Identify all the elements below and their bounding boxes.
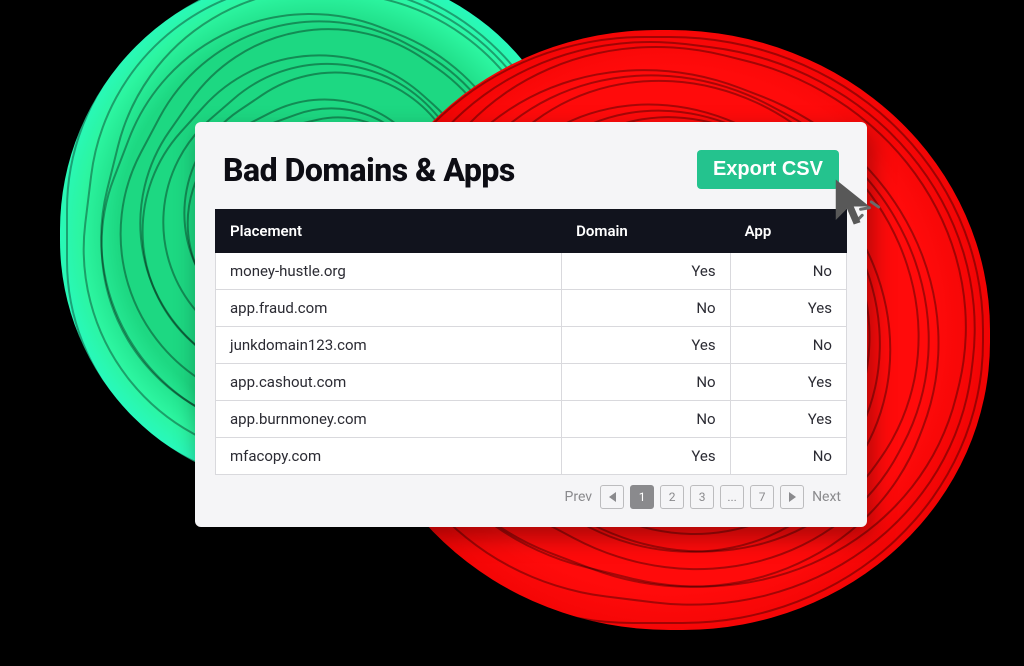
pager-page-7[interactable]: 7 xyxy=(750,485,774,509)
cell-domain: Yes xyxy=(562,253,730,290)
cell-placement: app.burnmoney.com xyxy=(216,401,562,438)
table-row: app.cashout.comNoYes xyxy=(216,364,847,401)
bad-domains-card: Bad Domains & Apps Export CSV Placement … xyxy=(195,122,867,527)
cell-app: Yes xyxy=(730,364,846,401)
cell-app: Yes xyxy=(730,290,846,327)
pager-page-2[interactable]: 2 xyxy=(660,485,684,509)
table-row: money-hustle.orgYesNo xyxy=(216,253,847,290)
cell-placement: mfacopy.com xyxy=(216,438,562,475)
cell-placement: app.cashout.com xyxy=(216,364,562,401)
table-row: mfacopy.comYesNo xyxy=(216,438,847,475)
table-header-row: Placement Domain App xyxy=(216,210,847,253)
cell-domain: Yes xyxy=(562,327,730,364)
pager-prev-arrow[interactable] xyxy=(600,485,624,509)
cell-domain: No xyxy=(562,364,730,401)
cell-app: No xyxy=(730,438,846,475)
placements-table: Placement Domain App money-hustle.orgYes… xyxy=(215,209,847,475)
export-csv-label: Export CSV xyxy=(713,158,823,180)
cell-placement: money-hustle.org xyxy=(216,253,562,290)
export-csv-button[interactable]: Export CSV xyxy=(697,150,839,189)
col-domain: Domain xyxy=(562,210,730,253)
cell-placement: app.fraud.com xyxy=(216,290,562,327)
pagination: Prev 123...7 Next xyxy=(195,485,867,509)
pager-prev[interactable]: Prev xyxy=(563,489,595,505)
table-row: junkdomain123.comYesNo xyxy=(216,327,847,364)
pager-page-...[interactable]: ... xyxy=(720,485,744,509)
cell-domain: No xyxy=(562,290,730,327)
cell-placement: junkdomain123.com xyxy=(216,327,562,364)
cell-domain: Yes xyxy=(562,438,730,475)
pager-next-arrow[interactable] xyxy=(780,485,804,509)
col-placement: Placement xyxy=(216,210,562,253)
table-row: app.fraud.comNoYes xyxy=(216,290,847,327)
pager-next[interactable]: Next xyxy=(810,489,843,505)
pager-page-1[interactable]: 1 xyxy=(630,485,654,509)
page-title: Bad Domains & Apps xyxy=(223,151,515,189)
cell-app: No xyxy=(730,327,846,364)
cell-domain: No xyxy=(562,401,730,438)
table-row: app.burnmoney.comNoYes xyxy=(216,401,847,438)
chevron-left-icon xyxy=(609,492,616,502)
cursor-icon xyxy=(829,175,883,235)
pager-page-3[interactable]: 3 xyxy=(690,485,714,509)
cell-app: Yes xyxy=(730,401,846,438)
cell-app: No xyxy=(730,253,846,290)
chevron-right-icon xyxy=(789,492,796,502)
